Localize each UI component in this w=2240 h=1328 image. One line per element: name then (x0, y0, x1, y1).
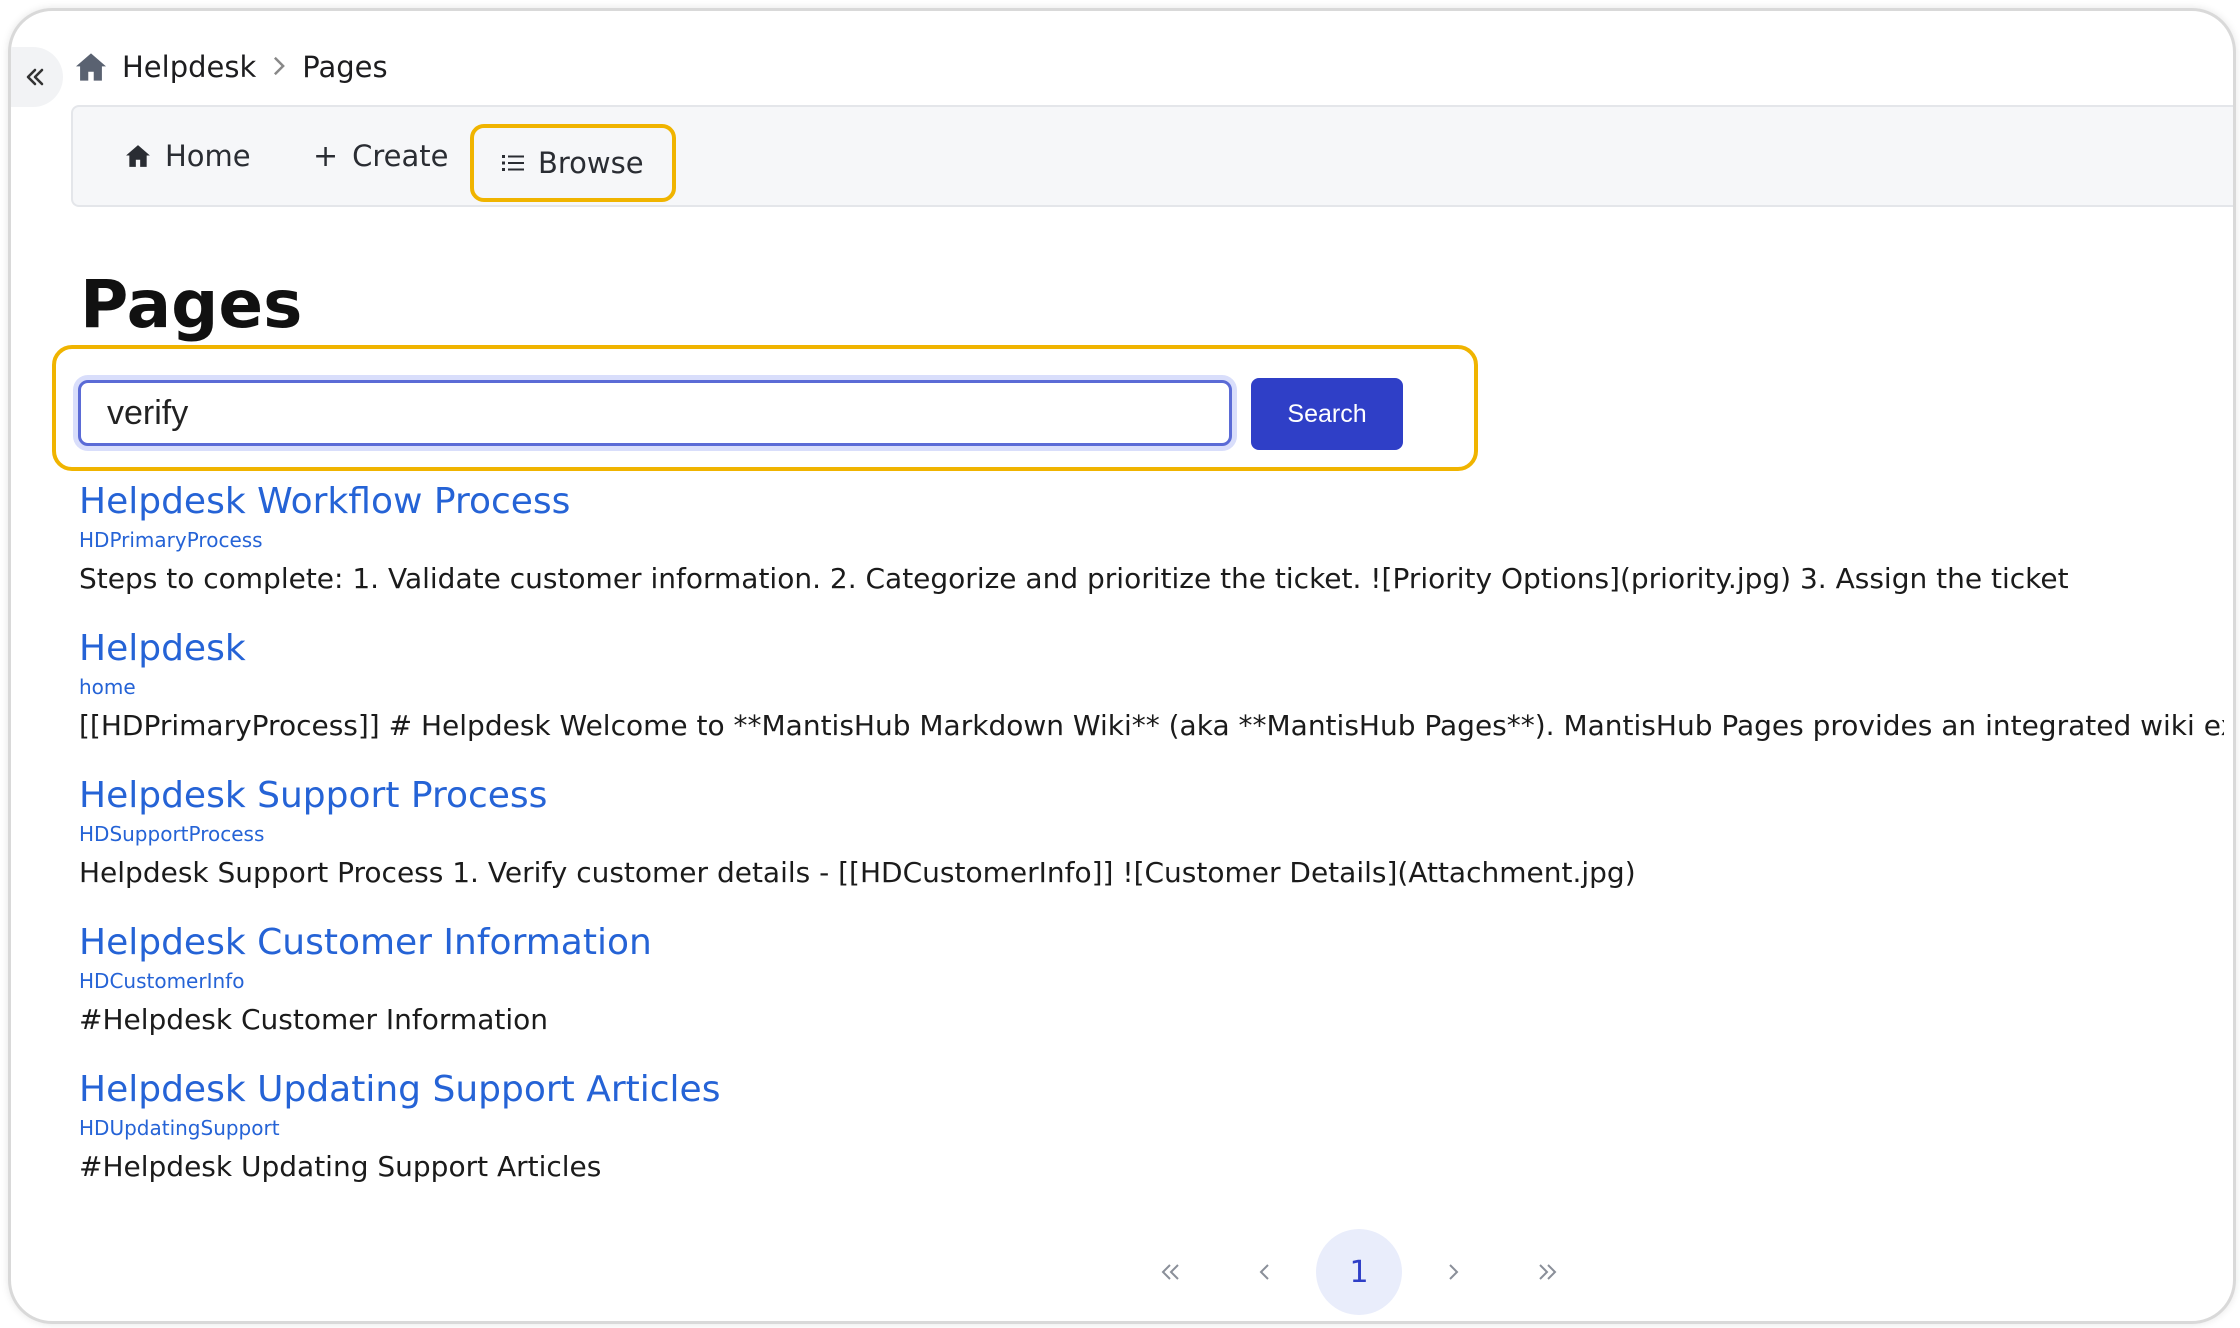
search-input[interactable] (78, 380, 1232, 446)
nav-browse-label: Browse (538, 146, 644, 180)
collapse-sidebar-button[interactable] (11, 47, 63, 107)
search-button[interactable]: Search (1251, 378, 1403, 450)
result-title-link[interactable]: Helpdesk Support Process (79, 773, 1636, 819)
search-result: Helpdesk Workflow Process HDPrimaryProce… (79, 479, 2069, 599)
result-slug-link[interactable]: home (79, 674, 2224, 700)
result-slug-link[interactable]: HDUpdatingSupport (79, 1115, 720, 1141)
result-snippet: #Helpdesk Customer Information (79, 1003, 548, 1036)
nav-create-button[interactable]: + Create (313, 107, 449, 205)
result-slug-link[interactable]: HDPrimaryProcess (79, 527, 2069, 553)
double-chevron-right-icon (1539, 1264, 1557, 1280)
result-snippet: [[HDPrimaryProcess]] # Helpdesk Welcome … (79, 709, 2224, 742)
previous-page-button[interactable] (1222, 1229, 1308, 1315)
breadcrumb: Helpdesk Pages (74, 47, 388, 87)
search-result: Helpdesk Customer Information HDCustomer… (79, 920, 652, 1040)
nav-home-button[interactable]: Home (125, 107, 251, 205)
home-icon[interactable] (74, 52, 108, 82)
result-title-link[interactable]: Helpdesk Customer Information (79, 920, 652, 966)
plus-icon: + (313, 138, 339, 174)
list-icon (502, 155, 524, 171)
breadcrumb-item-pages: Pages (302, 50, 388, 84)
page-title: Pages (80, 266, 303, 343)
result-title-link[interactable]: Helpdesk Updating Support Articles (79, 1067, 720, 1113)
result-slug-link[interactable]: HDSupportProcess (79, 821, 1636, 847)
next-page-button[interactable] (1410, 1229, 1496, 1315)
page-navbar: Home + Create Browse (71, 105, 2233, 207)
app-window: Helpdesk Pages Home + Create Browse Page… (8, 8, 2236, 1324)
double-chevron-left-icon (1161, 1264, 1179, 1280)
nav-browse-button[interactable]: Browse (470, 124, 676, 202)
first-page-button[interactable] (1128, 1229, 1214, 1315)
result-snippet: Steps to complete: 1. Validate customer … (79, 562, 2069, 595)
search-result: Helpdesk home [[HDPrimaryProcess]] # Hel… (79, 626, 2224, 746)
search-result: Helpdesk Updating Support Articles HDUpd… (79, 1067, 720, 1187)
chevron-right-icon (1449, 1264, 1459, 1280)
search-result: Helpdesk Support Process HDSupportProces… (79, 773, 1636, 893)
chevron-right-icon (270, 50, 288, 84)
last-page-button[interactable] (1504, 1229, 1590, 1315)
result-title-link[interactable]: Helpdesk (79, 626, 2224, 672)
page-1-button[interactable]: 1 (1316, 1229, 1402, 1315)
double-chevron-left-icon (26, 68, 44, 86)
pagination: 1 (1126, 1229, 1592, 1315)
result-snippet: #Helpdesk Updating Support Articles (79, 1150, 602, 1183)
breadcrumb-item-helpdesk[interactable]: Helpdesk (122, 50, 256, 84)
result-slug-link[interactable]: HDCustomerInfo (79, 968, 652, 994)
result-snippet: Helpdesk Support Process 1. Verify custo… (79, 856, 1636, 889)
nav-create-label: Create (352, 139, 449, 173)
result-title-link[interactable]: Helpdesk Workflow Process (79, 479, 2069, 525)
nav-home-label: Home (165, 139, 251, 173)
chevron-left-icon (1259, 1264, 1269, 1280)
home-icon (126, 145, 150, 167)
